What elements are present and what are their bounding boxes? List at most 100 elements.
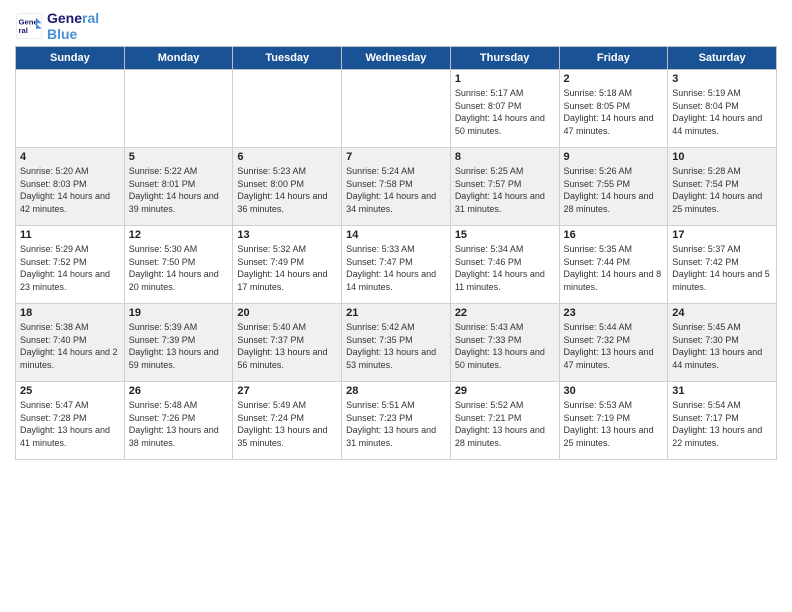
logo-icon: Gene ral <box>15 12 43 40</box>
calendar-cell: 15 Sunrise: 5:34 AM Sunset: 7:46 PM Dayli… <box>450 226 559 304</box>
day-info: Sunrise: 5:26 AM Sunset: 7:55 PM Dayligh… <box>564 165 664 215</box>
calendar-cell: 20 Sunrise: 5:40 AM Sunset: 7:37 PM Dayli… <box>233 304 342 382</box>
calendar-cell: 3Sunrise: 5:19 AM Sunset: 8:04 PM Daylig… <box>668 70 777 148</box>
day-info: Sunrise: 5:54 AM Sunset: 7:17 PM Dayligh… <box>672 399 772 449</box>
day-info: Sunrise: 5:35 AM Sunset: 7:44 PM Dayligh… <box>564 243 664 293</box>
day-info: Sunrise: 5:30 AM Sunset: 7:50 PM Dayligh… <box>129 243 229 293</box>
calendar-cell <box>233 70 342 148</box>
day-info: Sunrise: 5:28 AM Sunset: 7:54 PM Dayligh… <box>672 165 772 215</box>
day-info: Sunrise: 5:17 AM Sunset: 8:07 PM Dayligh… <box>455 87 555 137</box>
day-number: 16 <box>564 229 664 241</box>
day-of-week-header: Thursday <box>450 47 559 70</box>
calendar-cell: 19 Sunrise: 5:39 AM Sunset: 7:39 PM Dayli… <box>124 304 233 382</box>
day-number: 6 <box>237 151 337 163</box>
day-info: Sunrise: 5:49 AM Sunset: 7:24 PM Dayligh… <box>237 399 337 449</box>
svg-text:ral: ral <box>19 26 28 35</box>
day-number: 21 <box>346 307 446 319</box>
header-row: SundayMondayTuesdayWednesdayThursdayFrid… <box>16 47 777 70</box>
calendar-cell <box>16 70 125 148</box>
calendar-cell: 23Sunrise: 5:44 AM Sunset: 7:32 PM Dayli… <box>559 304 668 382</box>
day-number: 26 <box>129 385 229 397</box>
day-of-week-header: Monday <box>124 47 233 70</box>
day-number: 13 <box>237 229 337 241</box>
day-number: 19 <box>129 307 229 319</box>
day-of-week-header: Tuesday <box>233 47 342 70</box>
day-info: Sunrise: 5:34 AM Sunset: 7:46 PM Dayligh… <box>455 243 555 293</box>
day-info: Sunrise: 5:43 AM Sunset: 7:33 PM Dayligh… <box>455 321 555 371</box>
day-info: Sunrise: 5:39 AM Sunset: 7:39 PM Dayligh… <box>129 321 229 371</box>
day-info: Sunrise: 5:45 AM Sunset: 7:30 PM Dayligh… <box>672 321 772 371</box>
svg-text:Gene: Gene <box>19 18 39 27</box>
calendar-week-row: 18Sunrise: 5:38 AM Sunset: 7:40 PM Dayli… <box>16 304 777 382</box>
day-of-week-header: Wednesday <box>342 47 451 70</box>
day-of-week-header: Friday <box>559 47 668 70</box>
day-number: 29 <box>455 385 555 397</box>
day-info: Sunrise: 5:23 AM Sunset: 8:00 PM Dayligh… <box>237 165 337 215</box>
day-number: 12 <box>129 229 229 241</box>
day-info: Sunrise: 5:19 AM Sunset: 8:04 PM Dayligh… <box>672 87 772 137</box>
day-info: Sunrise: 5:47 AM Sunset: 7:28 PM Dayligh… <box>20 399 120 449</box>
day-number: 4 <box>20 151 120 163</box>
calendar-cell: 4 Sunrise: 5:20 AM Sunset: 8:03 PM Daylig… <box>16 148 125 226</box>
calendar-cell: 21 Sunrise: 5:42 AM Sunset: 7:35 PM Dayli… <box>342 304 451 382</box>
logo: Gene ral General Blue <box>15 10 99 42</box>
day-info: Sunrise: 5:29 AM Sunset: 7:52 PM Dayligh… <box>20 243 120 293</box>
day-number: 25 <box>20 385 120 397</box>
day-number: 10 <box>672 151 772 163</box>
day-info: Sunrise: 5:42 AM Sunset: 7:35 PM Dayligh… <box>346 321 446 371</box>
day-info: Sunrise: 5:38 AM Sunset: 7:40 PM Dayligh… <box>20 321 120 371</box>
calendar-week-row: 4 Sunrise: 5:20 AM Sunset: 8:03 PM Daylig… <box>16 148 777 226</box>
main-container: Gene ral General Blue SundayMondayTuesda… <box>0 0 792 470</box>
calendar-cell: 18Sunrise: 5:38 AM Sunset: 7:40 PM Dayli… <box>16 304 125 382</box>
day-info: Sunrise: 5:20 AM Sunset: 8:03 PM Dayligh… <box>20 165 120 215</box>
day-info: Sunrise: 5:51 AM Sunset: 7:23 PM Dayligh… <box>346 399 446 449</box>
day-info: Sunrise: 5:48 AM Sunset: 7:26 PM Dayligh… <box>129 399 229 449</box>
day-info: Sunrise: 5:32 AM Sunset: 7:49 PM Dayligh… <box>237 243 337 293</box>
day-info: Sunrise: 5:40 AM Sunset: 7:37 PM Dayligh… <box>237 321 337 371</box>
day-number: 15 <box>455 229 555 241</box>
calendar-cell: 25 Sunrise: 5:47 AM Sunset: 7:28 PM Dayli… <box>16 382 125 460</box>
calendar-cell: 2 Sunrise: 5:18 AM Sunset: 8:05 PM Daylig… <box>559 70 668 148</box>
calendar-cell: 9 Sunrise: 5:26 AM Sunset: 7:55 PM Daylig… <box>559 148 668 226</box>
calendar-cell: 27 Sunrise: 5:49 AM Sunset: 7:24 PM Dayli… <box>233 382 342 460</box>
day-number: 30 <box>564 385 664 397</box>
day-number: 2 <box>564 73 664 85</box>
calendar-cell: 8 Sunrise: 5:25 AM Sunset: 7:57 PM Daylig… <box>450 148 559 226</box>
day-info: Sunrise: 5:25 AM Sunset: 7:57 PM Dayligh… <box>455 165 555 215</box>
calendar-cell <box>342 70 451 148</box>
day-number: 8 <box>455 151 555 163</box>
calendar-cell: 16 Sunrise: 5:35 AM Sunset: 7:44 PM Dayli… <box>559 226 668 304</box>
day-number: 7 <box>346 151 446 163</box>
calendar-cell: 31Sunrise: 5:54 AM Sunset: 7:17 PM Dayli… <box>668 382 777 460</box>
calendar-week-row: 1 Sunrise: 5:17 AM Sunset: 8:07 PM Daylig… <box>16 70 777 148</box>
calendar-cell: 7 Sunrise: 5:24 AM Sunset: 7:58 PM Daylig… <box>342 148 451 226</box>
calendar-cell: 6 Sunrise: 5:23 AM Sunset: 8:00 PM Daylig… <box>233 148 342 226</box>
day-info: Sunrise: 5:37 AM Sunset: 7:42 PM Dayligh… <box>672 243 772 293</box>
calendar-cell: 22 Sunrise: 5:43 AM Sunset: 7:33 PM Dayli… <box>450 304 559 382</box>
calendar-cell: 13 Sunrise: 5:32 AM Sunset: 7:49 PM Dayli… <box>233 226 342 304</box>
calendar-cell: 29 Sunrise: 5:52 AM Sunset: 7:21 PM Dayli… <box>450 382 559 460</box>
calendar-cell: 28 Sunrise: 5:51 AM Sunset: 7:23 PM Dayli… <box>342 382 451 460</box>
calendar-cell: 1 Sunrise: 5:17 AM Sunset: 8:07 PM Daylig… <box>450 70 559 148</box>
day-of-week-header: Sunday <box>16 47 125 70</box>
calendar-cell: 11 Sunrise: 5:29 AM Sunset: 7:52 PM Dayli… <box>16 226 125 304</box>
day-number: 27 <box>237 385 337 397</box>
day-number: 11 <box>20 229 120 241</box>
calendar-cell <box>124 70 233 148</box>
calendar-cell: 10 Sunrise: 5:28 AM Sunset: 7:54 PM Dayli… <box>668 148 777 226</box>
calendar-cell: 17Sunrise: 5:37 AM Sunset: 7:42 PM Dayli… <box>668 226 777 304</box>
calendar-cell: 24 Sunrise: 5:45 AM Sunset: 7:30 PM Dayli… <box>668 304 777 382</box>
day-info: Sunrise: 5:52 AM Sunset: 7:21 PM Dayligh… <box>455 399 555 449</box>
day-info: Sunrise: 5:22 AM Sunset: 8:01 PM Dayligh… <box>129 165 229 215</box>
day-number: 28 <box>346 385 446 397</box>
calendar-cell: 26 Sunrise: 5:48 AM Sunset: 7:26 PM Dayli… <box>124 382 233 460</box>
day-info: Sunrise: 5:18 AM Sunset: 8:05 PM Dayligh… <box>564 87 664 137</box>
day-info: Sunrise: 5:24 AM Sunset: 7:58 PM Dayligh… <box>346 165 446 215</box>
day-number: 22 <box>455 307 555 319</box>
day-number: 9 <box>564 151 664 163</box>
calendar-cell: 30Sunrise: 5:53 AM Sunset: 7:19 PM Dayli… <box>559 382 668 460</box>
calendar-week-row: 11 Sunrise: 5:29 AM Sunset: 7:52 PM Dayli… <box>16 226 777 304</box>
day-number: 1 <box>455 73 555 85</box>
day-number: 24 <box>672 307 772 319</box>
day-number: 20 <box>237 307 337 319</box>
